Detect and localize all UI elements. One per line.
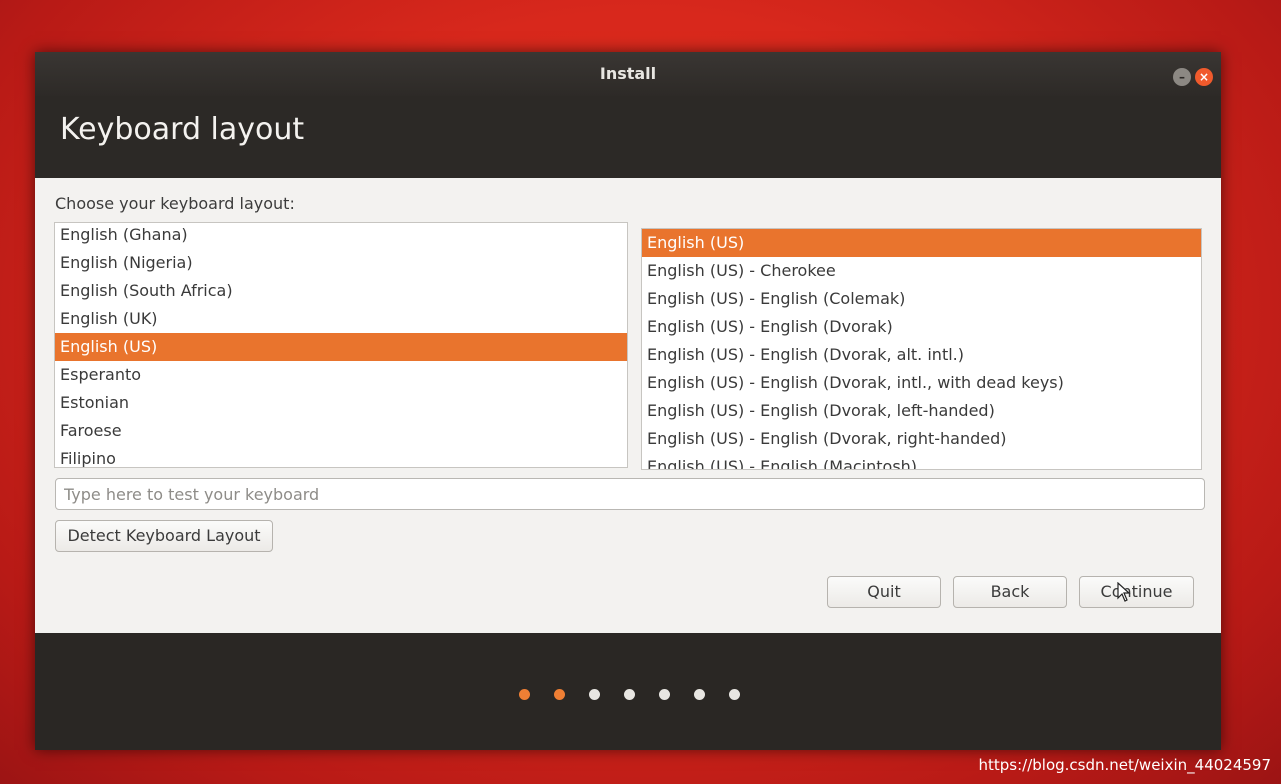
- layout-list-item[interactable]: English (US): [55, 333, 627, 361]
- progress-dot: [589, 689, 600, 700]
- title-bar[interactable]: Install – ×: [35, 52, 1221, 96]
- progress-dot: [694, 689, 705, 700]
- variant-list-item[interactable]: English (US) - English (Dvorak): [642, 313, 1201, 341]
- mouse-pointer-icon: [1117, 582, 1131, 602]
- content-area: Choose your keyboard layout: English (Gh…: [35, 178, 1221, 633]
- variant-list[interactable]: English (US) English (US) - Cherokee Engli…: [641, 228, 1202, 470]
- close-icon[interactable]: ×: [1195, 68, 1213, 86]
- layout-list-item[interactable]: English (South Africa): [55, 277, 627, 305]
- layout-list-item[interactable]: Faroese: [55, 417, 627, 445]
- variant-list-item[interactable]: English (US) - English (Dvorak, alt. int…: [642, 341, 1201, 369]
- progress-dot: [519, 689, 530, 700]
- window-title: Install: [599, 64, 657, 83]
- variant-list-item[interactable]: English (US) - English (Colemak): [642, 285, 1201, 313]
- layout-list-item[interactable]: Esperanto: [55, 361, 627, 389]
- minimize-icon[interactable]: –: [1173, 68, 1191, 86]
- progress-dot: [624, 689, 635, 700]
- back-button[interactable]: Back: [953, 576, 1067, 608]
- installer-window: Install – × Keyboard layout Choose your …: [35, 52, 1221, 750]
- layout-prompt: Choose your keyboard layout:: [55, 194, 295, 213]
- layout-list-item[interactable]: Filipino: [55, 445, 627, 467]
- variant-list-item[interactable]: English (US) - Cherokee: [642, 257, 1201, 285]
- layout-list-item[interactable]: Estonian: [55, 389, 627, 417]
- page-header: Keyboard layout: [35, 96, 1221, 178]
- layout-list-item[interactable]: English (Ghana): [55, 223, 627, 249]
- progress-dot: [659, 689, 670, 700]
- progress-dot: [729, 689, 740, 700]
- quit-button[interactable]: Quit: [827, 576, 941, 608]
- layout-list-item[interactable]: English (Nigeria): [55, 249, 627, 277]
- variant-list-item[interactable]: English (US) - English (Dvorak, left-han…: [642, 397, 1201, 425]
- page-title: Keyboard layout: [60, 112, 305, 147]
- variant-list-item[interactable]: English (US) - English (Dvorak, right-ha…: [642, 425, 1201, 453]
- variant-list-item[interactable]: English (US) - English (Macintosh): [642, 453, 1201, 469]
- detect-layout-button[interactable]: Detect Keyboard Layout: [55, 520, 273, 552]
- variant-list-item[interactable]: English (US) - English (Dvorak, intl., w…: [642, 369, 1201, 397]
- keyboard-test-input[interactable]: [55, 478, 1205, 510]
- variant-list-item[interactable]: English (US): [642, 229, 1201, 257]
- watermark-text: https://blog.csdn.net/weixin_44024597: [978, 756, 1271, 774]
- continue-button[interactable]: Continue: [1079, 576, 1194, 608]
- progress-dot: [554, 689, 565, 700]
- progress-footer: [35, 633, 1221, 750]
- layout-list[interactable]: English (Ghana) English (Nigeria) English …: [54, 222, 628, 468]
- layout-list-item[interactable]: English (UK): [55, 305, 627, 333]
